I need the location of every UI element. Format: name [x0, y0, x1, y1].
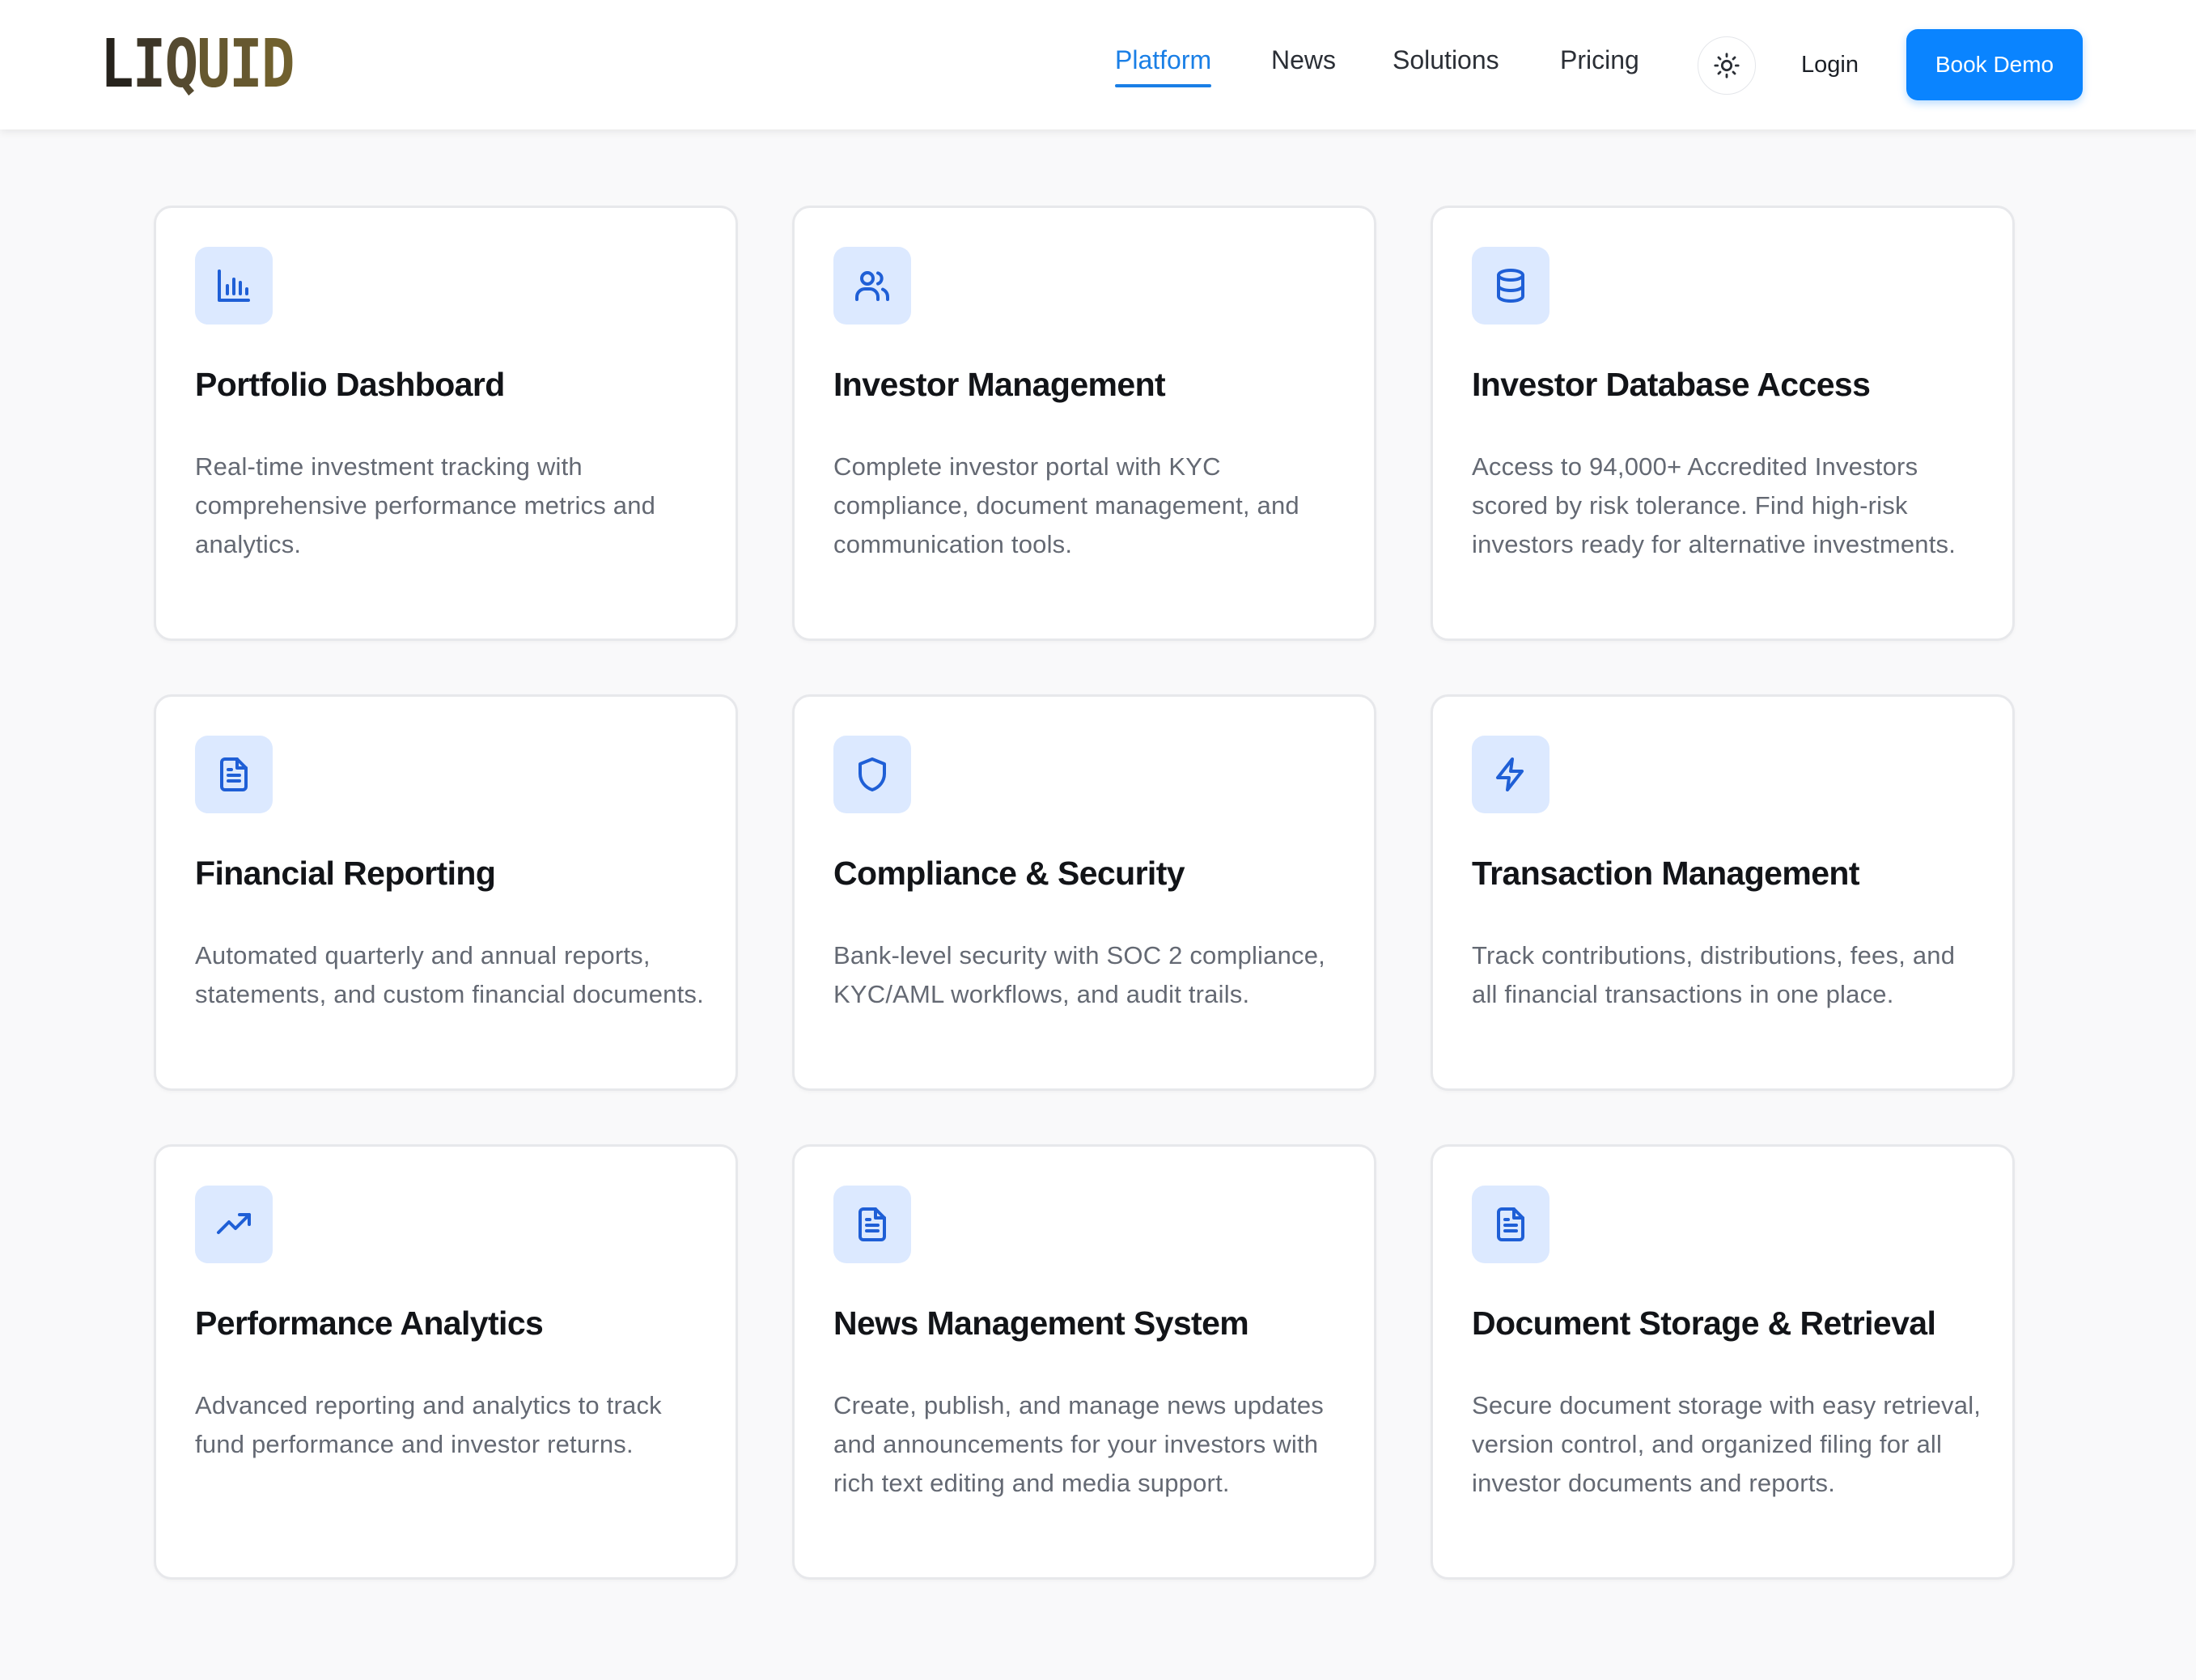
feature-description: Automated quarterly and annual reports, …: [195, 941, 704, 1008]
feature-description: Create, publish, and manage news updates…: [833, 1391, 1325, 1497]
shield-icon: [833, 736, 911, 813]
logo-letter: L: [100, 26, 134, 103]
feature-title: Portfolio Dashboard: [195, 366, 505, 403]
nav-active-underline: [1115, 84, 1212, 87]
feature-description: Secure document storage with easy retrie…: [1472, 1391, 1982, 1497]
file-text-icon: [1472, 1186, 1549, 1263]
feature-card-compliance-security: Compliance & Security Bank-level securit…: [792, 694, 1376, 1091]
feature-card-investor-database-access: Investor Database Access Access to 94,00…: [1431, 206, 2015, 641]
lightning-icon: [1472, 736, 1549, 813]
feature-description: Real-time investment tracking with compr…: [195, 452, 656, 558]
feature-title: Performance Analytics: [195, 1305, 544, 1342]
feature-card-news-management-system: News Management System Create, publish, …: [792, 1144, 1376, 1580]
logo-letter: Q: [164, 26, 198, 103]
feature-description: Advanced reporting and analytics to trac…: [195, 1391, 662, 1458]
login-link[interactable]: Login: [1801, 47, 1859, 83]
feature-description: Track contributions, distributions, fees…: [1472, 941, 1956, 1008]
bar-chart-icon: [195, 247, 273, 325]
logo-letter: D: [261, 26, 295, 103]
feature-card-investor-management: Investor Management Complete investor po…: [792, 206, 1376, 641]
feature-title: Transaction Management: [1472, 855, 1860, 892]
trending-up-icon: [195, 1186, 273, 1263]
feature-card-document-storage-retrieval: Document Storage & Retrieval Secure docu…: [1431, 1144, 2015, 1580]
logo-letter: U: [197, 26, 230, 103]
feature-grid: Portfolio Dashboard Real-time investment…: [0, 0, 2196, 1680]
book-demo-button[interactable]: Book Demo: [1906, 29, 2083, 100]
feature-description: Complete investor portal with KYC compli…: [833, 452, 1299, 558]
logo-letter: I: [132, 26, 166, 103]
users-icon: [833, 247, 911, 325]
database-icon: [1472, 247, 1549, 325]
feature-title: News Management System: [833, 1305, 1249, 1342]
nav-link-solutions[interactable]: Solutions: [1393, 42, 1499, 78]
feature-title: Investor Management: [833, 366, 1166, 403]
feature-title: Investor Database Access: [1472, 366, 1871, 403]
feature-card-performance-analytics: Performance Analytics Advanced reporting…: [154, 1144, 738, 1580]
site-header: L I Q U I D Platform News Solutions Pric…: [0, 0, 2196, 129]
file-text-icon: [833, 1186, 911, 1263]
feature-title: Compliance & Security: [833, 855, 1185, 892]
nav-link-pricing[interactable]: Pricing: [1560, 42, 1639, 78]
nav-link-platform[interactable]: Platform: [1115, 42, 1212, 87]
feature-card-financial-reporting: Financial Reporting Automated quarterly …: [154, 694, 738, 1091]
sun-icon: [1714, 53, 1740, 78]
feature-title: Financial Reporting: [195, 855, 496, 892]
logo[interactable]: L I Q U I D: [100, 26, 295, 103]
theme-toggle-button[interactable]: [1698, 36, 1756, 95]
feature-description: Access to 94,000+ Accredited Investors s…: [1472, 452, 1956, 558]
logo-letter: I: [229, 26, 262, 103]
nav-link-label: Platform: [1115, 45, 1212, 74]
feature-title: Document Storage & Retrieval: [1472, 1305, 1936, 1342]
nav-link-news[interactable]: News: [1271, 42, 1336, 78]
feature-card-portfolio-dashboard: Portfolio Dashboard Real-time investment…: [154, 206, 738, 641]
feature-card-transaction-management: Transaction Management Track contributio…: [1431, 694, 2015, 1091]
feature-description: Bank-level security with SOC 2 complianc…: [833, 941, 1325, 1008]
file-text-icon: [195, 736, 273, 813]
